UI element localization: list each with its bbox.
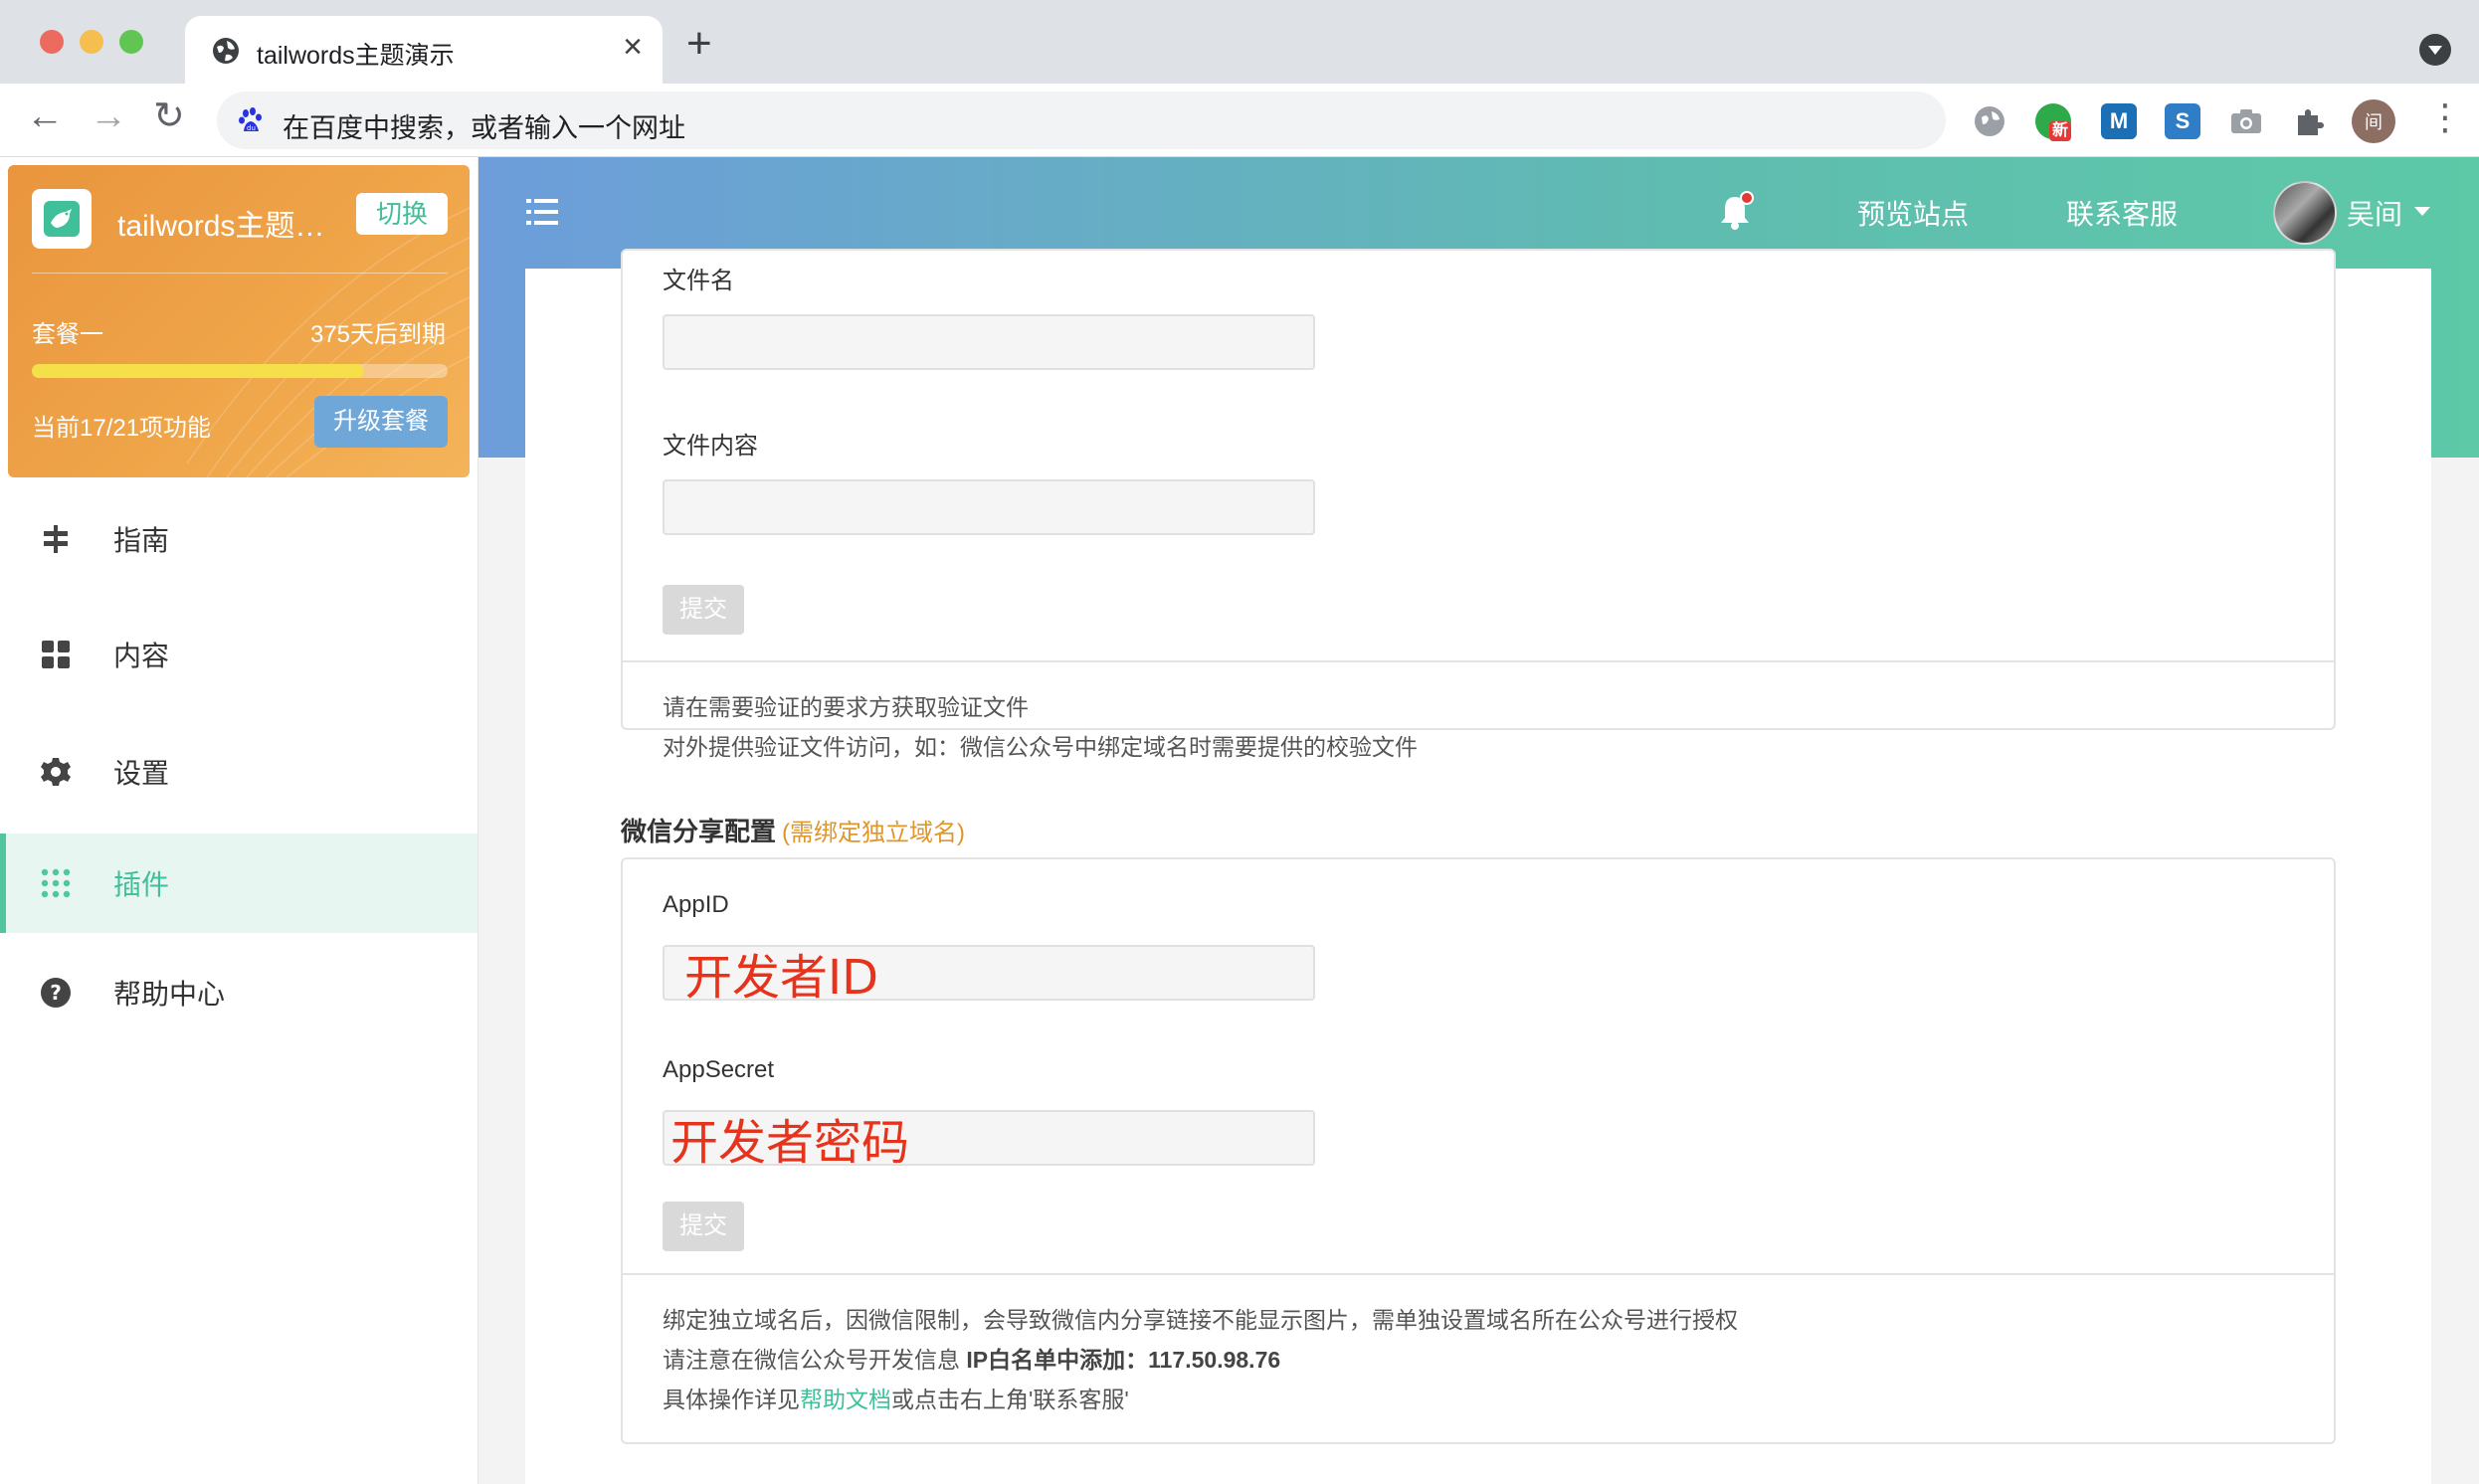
file-content-label: 文件内容: [663, 433, 758, 460]
tab-title: tailwords主题演示: [257, 42, 455, 70]
wechat-share-title-text: 微信分享配置: [621, 817, 777, 846]
user-avatar[interactable]: [2273, 181, 2337, 245]
browser-menu-icon[interactable]: ⋮: [2427, 99, 2463, 135]
sidebar-item-label: 插件: [113, 869, 170, 900]
baidu-paw-icon: du: [239, 107, 262, 132]
sidebar-item-settings[interactable]: 设置: [0, 722, 477, 822]
plan-progress-fill: [32, 364, 365, 378]
filename-label: 文件名: [663, 268, 734, 294]
verify-note-line2: 对外提供验证文件访问，如：微信公众号中绑定域名时需要提供的校验文件: [663, 734, 1418, 760]
reload-icon[interactable]: ↻: [153, 97, 185, 135]
extensions-puzzle-icon[interactable]: [2292, 103, 2328, 139]
window-minimize-button[interactable]: [80, 30, 103, 54]
wechat-share-panel: AppID AppSecret 提交 绑定独立域名后，因微信限制，会导致微信内分…: [621, 857, 2336, 1444]
verify-file-panel: 文件名 文件内容 提交 请在需要验证的要求方获取验证文件 对外提供验证文件访问，…: [621, 249, 2336, 760]
extension-m-icon[interactable]: M: [2101, 103, 2137, 139]
wechat-note-line3-suffix: 或点击右上角'联系客服': [891, 1387, 1129, 1412]
appsecret-input[interactable]: [663, 1110, 1315, 1166]
signpost-icon: [40, 523, 72, 555]
upgrade-plan-button[interactable]: 升级套餐: [314, 396, 448, 448]
site-name: tailwords主题演示: [117, 210, 346, 243]
tab-search-icon[interactable]: [2419, 34, 2451, 66]
verify-file-submit-button[interactable]: 提交: [663, 585, 744, 635]
svg-text:du: du: [247, 124, 256, 132]
camera-icon[interactable]: [2228, 105, 2264, 137]
help-doc-link[interactable]: 帮助文档: [800, 1387, 891, 1412]
window-close-button[interactable]: [40, 30, 64, 54]
profile-avatar[interactable]: 间: [2352, 99, 2395, 143]
tab-close-icon[interactable]: ×: [623, 30, 643, 64]
notification-dot: [1740, 191, 1754, 205]
extension-new-badge: 新: [2049, 121, 2072, 141]
sidebar-item-guide[interactable]: 指南: [0, 489, 477, 589]
app-page: tailwords主题演示 切换 套餐一 375天后到期 当前17/21项功能 …: [0, 157, 2479, 1484]
verify-note-line1: 请在需要验证的要求方获取验证文件: [663, 694, 1029, 720]
plan-expiry: 375天后到期: [309, 321, 446, 348]
appid-label: AppID: [663, 891, 729, 918]
user-menu-caret-icon[interactable]: [2414, 207, 2430, 216]
sidebar-item-label: 内容: [113, 641, 170, 671]
svg-text:?: ?: [50, 981, 62, 1005]
plan-card: tailwords主题演示 切换 套餐一 375天后到期 当前17/21项功能 …: [8, 165, 470, 477]
sidebar: tailwords主题演示 切换 套餐一 375天后到期 当前17/21项功能 …: [0, 157, 478, 1484]
wechat-note-line3: 具体操作详见帮助文档或点击右上角'联系客服': [663, 1381, 1129, 1414]
globe-icon: [213, 38, 239, 64]
extension-s-letter: S: [2175, 108, 2191, 133]
translate-globe-icon[interactable]: [1972, 103, 2007, 139]
sidebar-item-label: 帮助中心: [113, 979, 226, 1010]
extension-s-icon[interactable]: S: [2165, 103, 2200, 139]
browser-tab-bar: tailwords主题演示 × +: [0, 0, 2479, 84]
menu-toggle-icon[interactable]: [526, 197, 558, 227]
forward-icon[interactable]: →: [90, 97, 127, 135]
contact-support-link[interactable]: 联系客服: [2066, 193, 2178, 233]
sidebar-item-label: 设置: [113, 758, 170, 789]
grid-icon: [40, 639, 72, 670]
plan-name: 套餐一: [32, 321, 103, 348]
verify-file-notes: 请在需要验证的要求方获取验证文件 对外提供验证文件访问，如：微信公众号中绑定域名…: [623, 660, 2334, 760]
appid-input[interactable]: [663, 945, 1315, 1001]
wechat-share-subtitle: (需绑定独立域名): [782, 820, 965, 846]
switch-site-button[interactable]: 切换: [356, 193, 448, 235]
wechat-note-line2-prefix: 请注意在微信公众号开发信息: [663, 1347, 967, 1373]
filename-input[interactable]: [663, 314, 1315, 370]
bird-logo-icon: [44, 201, 80, 237]
sidebar-item-content[interactable]: 内容: [0, 605, 477, 704]
extension-m-letter: M: [2109, 108, 2129, 133]
wechat-share-notes: 绑定独立域名后，因微信限制，会导致微信内分享链接不能显示图片，需单独设置域名所在…: [623, 1273, 2334, 1444]
site-logo: [32, 189, 92, 249]
gear-icon: [40, 756, 72, 788]
wechat-note-line3-prefix: 具体操作详见: [663, 1387, 800, 1412]
wechat-share-title: 微信分享配置 (需绑定独立域名): [621, 812, 965, 848]
file-content-input[interactable]: [663, 479, 1315, 535]
plugin-content: 文件名 文件内容 提交 请在需要验证的要求方获取验证文件 对外提供验证文件访问，…: [525, 249, 2431, 1484]
wechat-share-submit-button[interactable]: 提交: [663, 1202, 744, 1251]
feature-count: 当前17/21项功能: [32, 415, 212, 442]
plan-progress-bar: [32, 364, 448, 378]
extension-green-icon[interactable]: 新: [2035, 103, 2072, 141]
help-circle-icon: ?: [40, 977, 72, 1009]
browser-tab[interactable]: tailwords主题演示 ×: [185, 16, 663, 84]
browser-toolbar: ← → ↻ du 在百度中搜索，或者输入一个网址 新 M S 间 ⋮: [0, 84, 2479, 157]
dots-grid-icon: [40, 867, 72, 899]
appsecret-label: AppSecret: [663, 1056, 775, 1083]
sidebar-item-plugins[interactable]: 插件: [0, 834, 477, 933]
address-bar-placeholder: 在百度中搜索，或者输入一个网址: [283, 113, 685, 143]
preview-site-link[interactable]: 预览站点: [1857, 193, 1969, 233]
plan-card-divider: [32, 273, 448, 274]
address-bar[interactable]: du 在百度中搜索，或者输入一个网址: [217, 92, 1946, 149]
wechat-note-line2: 请注意在微信公众号开发信息 IP白名单中添加：117.50.98.76: [663, 1341, 1280, 1375]
wechat-note-line1: 绑定独立域名后，因微信限制，会导致微信内分享链接不能显示图片，需单独设置域名所在…: [663, 1307, 1738, 1333]
ip-whitelist-value: IP白名单中添加：117.50.98.76: [966, 1347, 1281, 1373]
sidebar-item-help[interactable]: ? 帮助中心: [0, 943, 477, 1042]
sidebar-item-label: 指南: [113, 525, 170, 556]
window-zoom-button[interactable]: [119, 30, 143, 54]
back-icon[interactable]: ←: [26, 97, 64, 135]
new-tab-button[interactable]: +: [686, 22, 712, 66]
user-name[interactable]: 吴间: [2347, 193, 2402, 233]
